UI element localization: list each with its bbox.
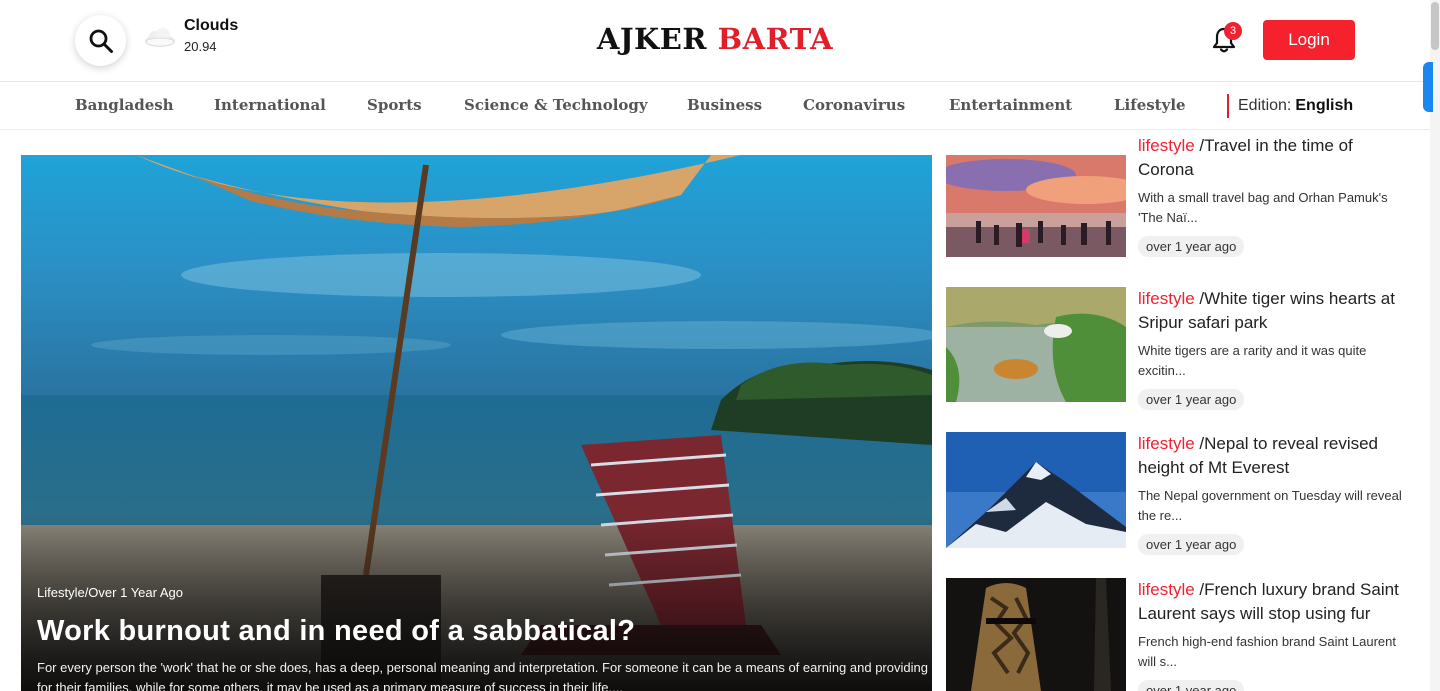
story-summary: French high-end fashion brand Saint Laur…: [1138, 634, 1397, 669]
mountain-image: [946, 432, 1126, 548]
category-nav: Bangladesh International Sports Science …: [0, 82, 1430, 130]
site-header: Clouds 20.94 AJKER BARTA 3 Login: [0, 0, 1440, 82]
nav-item-coronavirus[interactable]: Coronavirus: [803, 96, 905, 114]
story-headline[interactable]: lifestyle /French luxury brand Saint Lau…: [1138, 578, 1408, 626]
story-time-badge: over 1 year ago: [1138, 236, 1245, 257]
story-body: lifestyle /Nepal to reveal revised heigh…: [1138, 432, 1408, 555]
hero-story[interactable]: Lifestyle/Over 1 Year Ago Work burnout a…: [21, 155, 932, 691]
hero-description: For every person the 'work' that he or s…: [37, 660, 928, 691]
notifications-button[interactable]: 3: [1208, 22, 1242, 56]
story-body: lifestyle /Travel in the time of Corona …: [1138, 136, 1408, 257]
story-category[interactable]: lifestyle: [1138, 580, 1195, 599]
story-time-badge: over 1 year ago: [1138, 680, 1245, 691]
story-thumbnail[interactable]: [946, 287, 1126, 402]
notification-count-badge: 3: [1224, 22, 1242, 40]
story-thumbnail[interactable]: [946, 432, 1126, 548]
story-headline[interactable]: lifestyle /Nepal to reveal revised heigh…: [1138, 432, 1408, 480]
side-tab-handle[interactable]: [1423, 62, 1433, 112]
hero-meta: Lifestyle/Over 1 Year Ago: [37, 585, 183, 600]
story-time-badge: over 1 year ago: [1138, 389, 1245, 410]
tiger-image: [946, 287, 1126, 402]
nav-item-lifestyle[interactable]: Lifestyle: [1114, 96, 1186, 114]
story-category[interactable]: lifestyle: [1138, 434, 1195, 453]
edition-value: English: [1295, 97, 1354, 114]
login-button[interactable]: Login: [1263, 20, 1355, 60]
story-summary: White tigers are a rarity and it was qui…: [1138, 343, 1367, 378]
beach-sunset-image: [946, 155, 1126, 257]
story-category[interactable]: lifestyle: [1138, 289, 1195, 308]
nav-item-business[interactable]: Business: [687, 96, 762, 114]
story-category[interactable]: lifestyle: [1138, 136, 1195, 155]
story-thumbnail[interactable]: [946, 155, 1126, 257]
story-body: lifestyle /White tiger wins hearts at Sr…: [1138, 287, 1408, 410]
story-time-badge: over 1 year ago: [1138, 534, 1245, 555]
nav-item-entertainment[interactable]: Entertainment: [949, 96, 1072, 114]
nav-item-international[interactable]: International: [214, 96, 326, 114]
nav-item-bangladesh[interactable]: Bangladesh: [75, 96, 174, 114]
logo-part-2: BARTA: [717, 22, 834, 56]
logo-part-1: AJKER: [596, 22, 707, 56]
story-headline[interactable]: lifestyle /Travel in the time of Corona: [1138, 134, 1408, 182]
nav-item-sports[interactable]: Sports: [367, 96, 422, 114]
nav-item-science-technology[interactable]: Science & Technology: [464, 96, 648, 114]
hero-caption: Lifestyle/Over 1 Year Ago Work burnout a…: [37, 585, 932, 691]
edition-selector[interactable]: Edition: English: [1227, 94, 1353, 118]
story-summary: The Nepal government on Tuesday will rev…: [1138, 488, 1402, 523]
hero-title[interactable]: Work burnout and in need of a sabbatical…: [37, 614, 932, 648]
fashion-image: [946, 578, 1126, 691]
scrollbar-thumb[interactable]: [1431, 2, 1439, 50]
story-summary: With a small travel bag and Orhan Pamuk'…: [1138, 190, 1388, 225]
story-thumbnail[interactable]: [946, 578, 1126, 691]
story-body: lifestyle /French luxury brand Saint Lau…: [1138, 578, 1408, 691]
edition-label: Edition:: [1238, 97, 1292, 114]
story-headline[interactable]: lifestyle /White tiger wins hearts at Sr…: [1138, 287, 1408, 335]
